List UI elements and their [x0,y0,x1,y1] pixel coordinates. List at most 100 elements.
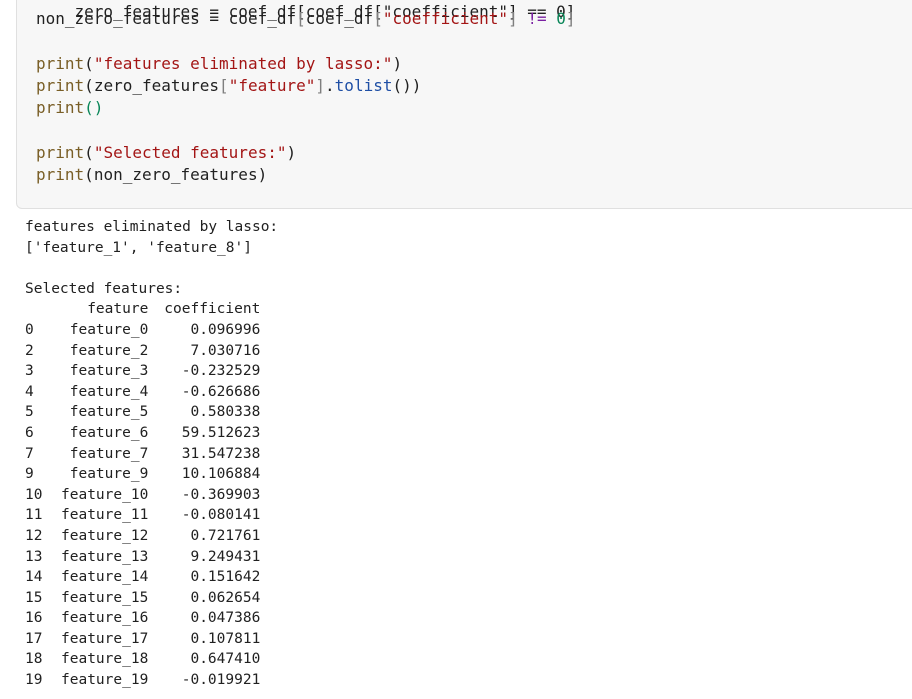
table-cell-coefficient: 59.512623 [181,424,261,441]
code-token-string: "Selected features:" [93,143,287,162]
table-cell-index: 13 [25,548,43,565]
table-cell-index: 12 [25,527,43,544]
code-line-print-non-zero: print(non_zero_features) [36,164,267,186]
table-row: 11 feature_11 -0.080141 [25,505,260,526]
code-cell[interactable]: zero_features = coef_df[coef_df["coeffic… [16,0,912,209]
code-token-paren: ( [84,76,94,95]
table-cell-coefficient: 0.580338 [190,404,261,421]
table-cell-coefficient: 0.107811 [190,630,261,647]
table-row: 16 feature_16 0.047386 [25,608,260,629]
table-cell-index: 4 [25,383,34,400]
table-header-coefficient: coefficient [164,301,261,318]
output-blank-line [25,258,905,279]
code-line-print-tolist: print(zero_features["feature"].tolist()) [36,75,421,97]
table-cell-coefficient: 0.647410 [190,651,261,668]
table-cell-coefficient: -0.232529 [181,363,261,380]
table-cell-feature: feature_0 [69,321,149,338]
code-token-paren: ) [392,54,403,73]
table-cell-feature: feature_15 [61,589,149,606]
code-token-dot: . [325,76,335,95]
table-cell-feature: feature_7 [69,445,149,462]
output-eliminated-list: ['feature_1', 'feature_8'] [25,239,252,256]
table-cell-coefficient: 0.151642 [190,569,261,586]
table-cell-index: 6 [25,424,34,441]
code-token-function: print [36,54,85,73]
table-cell-coefficient: -0.019921 [181,672,261,689]
table-cell-feature: feature_16 [61,610,149,627]
code-token-bracket: ] [315,76,326,95]
cell-output: features eliminated by lasso: ['feature_… [25,217,905,691]
table-cell-index: 3 [25,363,34,380]
code-token-var: coef_df [305,9,374,28]
table-cell-feature: feature_12 [61,527,149,544]
table-header-row: feature coefficient [25,299,260,320]
table-cell-feature: feature_9 [69,466,149,483]
table-cell-feature: feature_14 [61,569,149,586]
table-cell-coefficient: -0.369903 [181,486,261,503]
code-token-number: 0 [556,9,566,28]
code-token-paren: ( [84,165,94,184]
code-token-function: print [36,165,85,184]
code-line-zero-features: zero_features = coef_df[coef_df["coeffic… [36,0,576,21]
code-token-bracket: ] [565,9,576,28]
table-row: 15 feature_15 0.062654 [25,588,260,609]
table-header-feature: feature [87,301,149,318]
code-token-function: print [36,98,85,117]
table-cell-coefficient: 0.096996 [190,321,261,338]
code-token-paren: ()) [392,76,422,95]
table-cell-index: 17 [25,630,43,647]
code-token-string: "features eliminated by lasso:" [93,54,393,73]
table-cell-index: 14 [25,569,43,586]
dataframe-table: feature coefficient 0 feature_0 0.096996 2 f… [25,299,260,690]
table-cell-index: 18 [25,651,43,668]
code-line-non-zero-features: non_zero_features = coef_df[coef_df["coe… [36,8,576,30]
table-cell-feature: feature_10 [61,486,149,503]
table-cell-index: 0 [25,321,34,338]
table-row: 0 feature_0 0.096996 [25,320,260,341]
table-row: 2 feature_2 7.030716 [25,341,260,362]
code-token-bracket: ] [508,9,518,28]
code-token-method: tolist [334,76,393,95]
code-token-bracket: [ [296,9,306,28]
code-token-paren: ) [257,165,268,184]
code-token-operator: != [517,9,557,28]
code-token-paren: ) [286,143,297,162]
code-token-paren: ( [84,143,94,162]
code-token-function: print [36,76,85,95]
code-line-print-selected: print("Selected features:") [36,142,296,164]
code-token-var: zero_features [93,76,220,95]
table-cell-index: 16 [25,610,43,627]
table-header-index [25,299,61,320]
table-row: 10 feature_10 -0.369903 [25,485,260,506]
table-cell-coefficient: 7.030716 [190,342,261,359]
table-row: 18 feature_18 0.647410 [25,649,260,670]
output-eliminated-header: features eliminated by lasso: [25,219,279,235]
table-cell-feature: feature_5 [69,404,149,421]
code-token-paren: () [84,98,104,117]
table-cell-coefficient: 9.249431 [190,548,261,565]
code-token-paren: ( [84,54,94,73]
table-cell-feature: feature_18 [61,651,149,668]
code-token-function: print [36,143,85,162]
table-cell-index: 11 [25,507,43,524]
code-token-string: "coefficient" [382,9,509,28]
table-cell-index: 7 [25,445,34,462]
table-row: 6 feature_6 59.512623 [25,423,260,444]
code-line-print-eliminated: print("features eliminated by lasso:") [36,53,402,75]
table-cell-feature: feature_19 [61,672,149,689]
table-row: 19 feature_19 -0.019921 [25,670,260,691]
table-cell-coefficient: 10.106884 [181,466,261,483]
code-token-string: "feature" [228,76,316,95]
code-line-print-empty: print() [36,97,103,119]
table-cell-coefficient: 0.047386 [190,610,261,627]
table-cell-feature: feature_4 [69,383,149,400]
output-selected-header: Selected features: [25,280,183,297]
code-token-var: non_zero_features [36,9,200,28]
table-cell-feature: feature_2 [69,342,149,359]
table-row: 9 feature_9 10.106884 [25,464,260,485]
table-row: 7 feature_7 31.547238 [25,444,260,465]
table-row: 12 feature_12 0.721761 [25,526,260,547]
table-cell-coefficient: -0.626686 [181,383,261,400]
table-cell-feature: feature_11 [61,507,149,524]
table-cell-coefficient: 0.721761 [190,527,261,544]
